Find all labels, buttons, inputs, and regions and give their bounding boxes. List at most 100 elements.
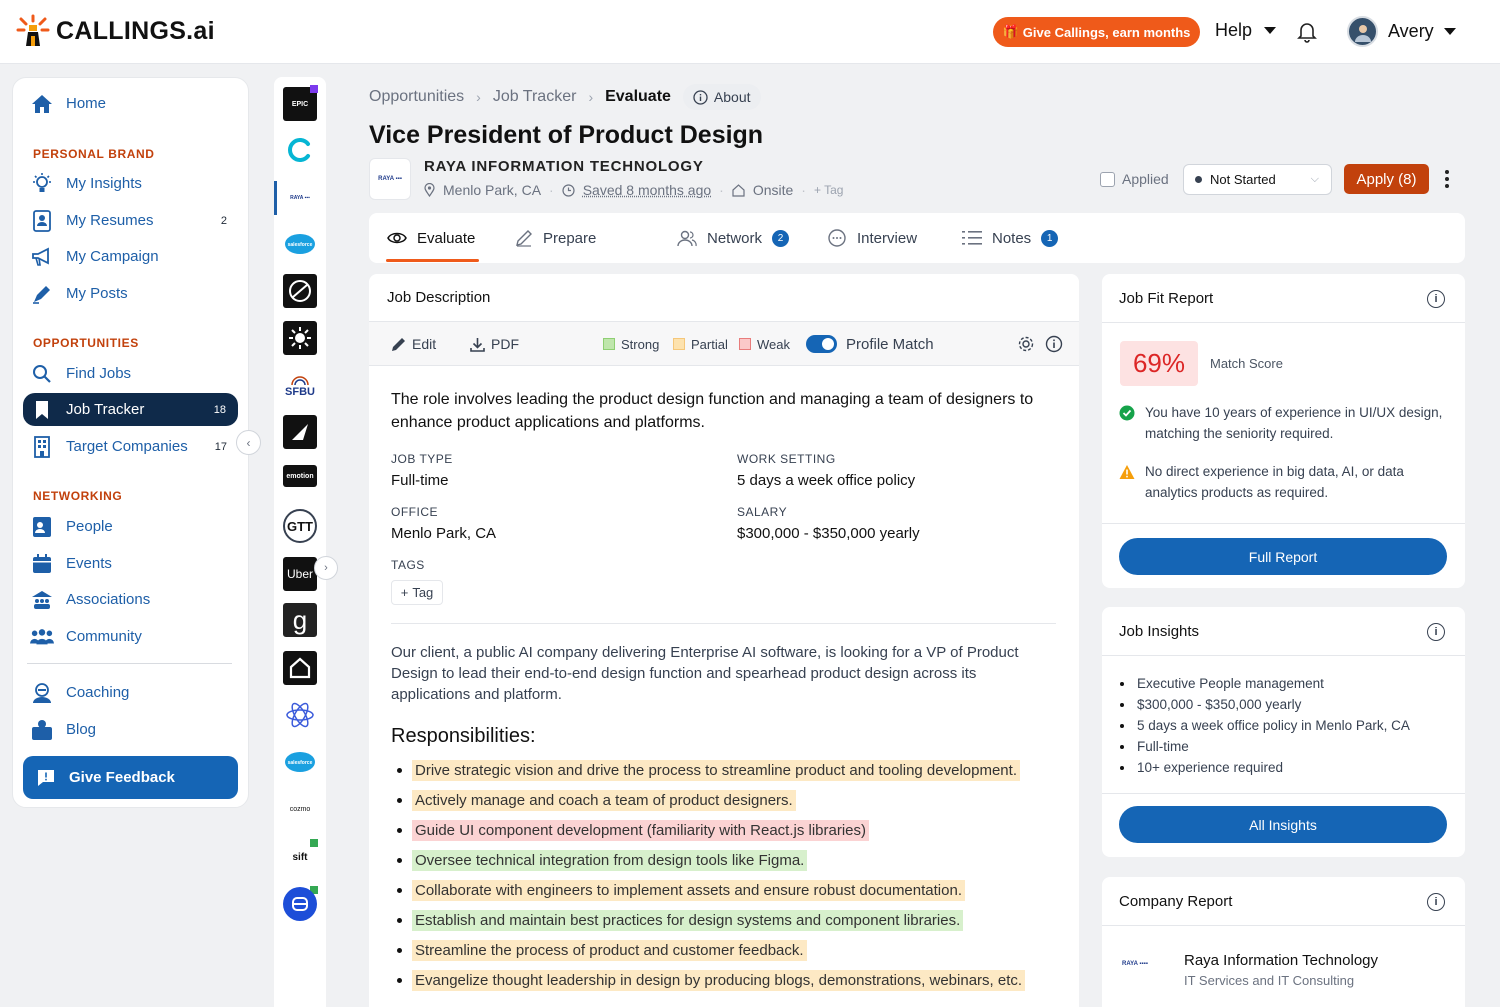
sidebar-item-my-insights[interactable]: My Insights bbox=[27, 167, 239, 200]
legend-swatch bbox=[603, 338, 615, 350]
promo-button[interactable]: 🎁 Give Callings, earn months bbox=[993, 17, 1200, 47]
chevron-left-icon: ‹ bbox=[246, 435, 251, 450]
company-logo-raya[interactable]: RAYA ▪▪▪ bbox=[283, 181, 317, 215]
sidebar-divider bbox=[27, 663, 232, 664]
sidebar-item-my-posts[interactable]: My Posts bbox=[27, 277, 239, 310]
tab-evaluate[interactable]: Evaluate bbox=[387, 213, 475, 263]
apply-button[interactable]: Apply (8) bbox=[1344, 164, 1429, 194]
sidebar-item-find-jobs[interactable]: Find Jobs bbox=[27, 357, 239, 390]
company-logo-text: SFBU bbox=[285, 386, 315, 398]
user-menu[interactable]: Avery bbox=[1347, 16, 1456, 47]
job-description-card: Job Description Edit PDF Strong Partial … bbox=[369, 274, 1079, 1007]
add-tag-button[interactable]: + Tag bbox=[814, 183, 843, 197]
fit-positive-text: You have 10 years of experience in UI/UX… bbox=[1145, 405, 1443, 441]
sidebar-item-events[interactable]: Events bbox=[27, 547, 239, 580]
pdf-button[interactable]: PDF bbox=[470, 322, 519, 366]
info-icon[interactable] bbox=[1045, 322, 1063, 366]
field-label-job-type: JOB TYPE bbox=[391, 452, 453, 466]
sidebar-item-my-campaign[interactable]: My Campaign bbox=[27, 240, 239, 273]
help-menu[interactable]: Help bbox=[1215, 20, 1277, 41]
list-item: 5 days a week office policy in Menlo Par… bbox=[1120, 715, 1410, 736]
sidebar-item-target-companies[interactable]: Target Companies 17 bbox=[27, 430, 239, 463]
list-item: Actively manage and coach a team of prod… bbox=[391, 785, 1061, 815]
bell-icon[interactable] bbox=[1297, 21, 1317, 43]
sidebar-item-community[interactable]: Community bbox=[27, 620, 239, 653]
chevron-right-icon: › bbox=[476, 89, 481, 105]
tab-network[interactable]: Network 2 bbox=[677, 213, 790, 263]
separator-dot: · bbox=[719, 182, 724, 198]
company-logo-sunburst[interactable] bbox=[283, 321, 317, 355]
brand-name: CALLINGS bbox=[56, 16, 187, 45]
info-icon[interactable]: i bbox=[1427, 290, 1445, 308]
breadcrumb-opportunities[interactable]: Opportunities bbox=[369, 88, 464, 106]
sidebar-item-people[interactable]: People bbox=[27, 510, 239, 543]
fit-warning-text: No direct experience in big data, AI, or… bbox=[1145, 464, 1404, 500]
sidebar-item-label: Target Companies bbox=[66, 438, 188, 455]
sidebar-item-my-resumes[interactable]: My Resumes 2 bbox=[27, 204, 239, 237]
apply-label: Apply (8) bbox=[1356, 170, 1417, 188]
insight-text: Full-time bbox=[1137, 739, 1189, 754]
about-button[interactable]: About bbox=[682, 84, 761, 110]
info-icon[interactable]: i bbox=[1427, 893, 1445, 911]
tab-prepare[interactable]: Prepare bbox=[515, 213, 596, 263]
applied-checkbox[interactable]: Applied bbox=[1100, 171, 1169, 187]
all-insights-button[interactable]: All Insights bbox=[1119, 806, 1447, 843]
breadcrumb-job-tracker[interactable]: Job Tracker bbox=[493, 88, 577, 106]
info-icon[interactable]: i bbox=[1427, 623, 1445, 641]
add-tag-chip[interactable]: + Tag bbox=[391, 580, 443, 605]
status-select[interactable]: Not Started ⌵ bbox=[1183, 164, 1332, 195]
feedback-icon bbox=[37, 769, 55, 787]
tab-interview[interactable]: Interview bbox=[827, 213, 917, 263]
job-insights-card: Job Insights i Executive People manageme… bbox=[1102, 607, 1465, 857]
company-name[interactable]: RAYA INFORMATION TECHNOLOGY bbox=[424, 158, 704, 175]
profile-match-toggle[interactable]: Profile Match bbox=[806, 322, 934, 366]
tab-label: Prepare bbox=[543, 229, 597, 247]
callings-logo[interactable]: CALLINGS.ai bbox=[16, 14, 215, 48]
give-feedback-button[interactable]: Give Feedback bbox=[23, 756, 238, 799]
sidebar-item-associations[interactable]: Associations bbox=[27, 583, 239, 616]
company-report-name[interactable]: Raya Information Technology bbox=[1184, 952, 1378, 969]
chat-icon bbox=[828, 229, 846, 247]
responsibilities-list: Drive strategic vision and drive the pro… bbox=[391, 755, 1061, 995]
company-logo-sphere[interactable] bbox=[283, 274, 317, 308]
company-logo-emotion[interactable]: emotion bbox=[283, 465, 317, 487]
resume-icon bbox=[30, 209, 54, 233]
company-logo-gtt[interactable]: GTT bbox=[283, 509, 317, 543]
card-title: Job Insights bbox=[1119, 622, 1200, 640]
company-logo-arrow[interactable] bbox=[283, 415, 317, 449]
expand-rail-button[interactable]: › bbox=[314, 556, 338, 580]
user-name: Avery bbox=[1388, 21, 1434, 41]
company-logo-uber[interactable]: Uber bbox=[283, 557, 317, 591]
more-options-icon[interactable] bbox=[1445, 170, 1449, 188]
company-logo-atom[interactable] bbox=[283, 698, 317, 732]
company-logo-text: Uber bbox=[286, 567, 313, 581]
edit-button[interactable]: Edit bbox=[391, 322, 436, 366]
settings-icon[interactable] bbox=[1017, 322, 1035, 366]
company-logo-house[interactable] bbox=[283, 651, 317, 685]
sidebar-item-job-tracker[interactable]: Job Tracker 18 bbox=[23, 393, 238, 426]
company-logo-blue[interactable] bbox=[283, 887, 317, 921]
tab-notes[interactable]: Notes 1 bbox=[962, 213, 1059, 263]
section-label-opportunities: OPPORTUNITIES bbox=[33, 336, 139, 350]
sidebar-item-label: Blog bbox=[66, 721, 97, 738]
company-logo-salesforce-2[interactable]: salesforce bbox=[283, 745, 317, 779]
company-logo-g[interactable]: g bbox=[283, 603, 317, 637]
sidebar-item-home[interactable]: Home bbox=[27, 87, 239, 120]
sidebar-item-coaching[interactable]: Coaching bbox=[27, 676, 239, 709]
company-logo-sift[interactable]: sift bbox=[283, 840, 317, 874]
full-report-button[interactable]: Full Report bbox=[1119, 538, 1447, 575]
clock-icon bbox=[562, 183, 575, 197]
gift-icon: 🎁 bbox=[1002, 24, 1019, 39]
tab-count-badge: 1 bbox=[1041, 229, 1059, 247]
count-badge: 2 bbox=[220, 214, 227, 227]
job-tabs: Evaluate Prepare Network 2 Interview Not… bbox=[369, 213, 1465, 263]
company-logo-salesforce[interactable]: salesforce bbox=[283, 227, 317, 261]
sidebar-item-blog[interactable]: Blog bbox=[27, 713, 239, 746]
company-logo-sfbu[interactable]: SFBU bbox=[283, 368, 317, 402]
list-item: Collaborate with engineers to implement … bbox=[391, 875, 1061, 905]
company-logo-circle[interactable] bbox=[283, 133, 317, 167]
toggle-switch bbox=[806, 335, 837, 353]
company-logo-cozmo[interactable]: cozmo bbox=[283, 792, 317, 826]
collapse-sidebar-button[interactable]: ‹ bbox=[236, 430, 261, 455]
top-bar: CALLINGS.ai 🎁 Give Callings, earn months… bbox=[0, 0, 1500, 64]
